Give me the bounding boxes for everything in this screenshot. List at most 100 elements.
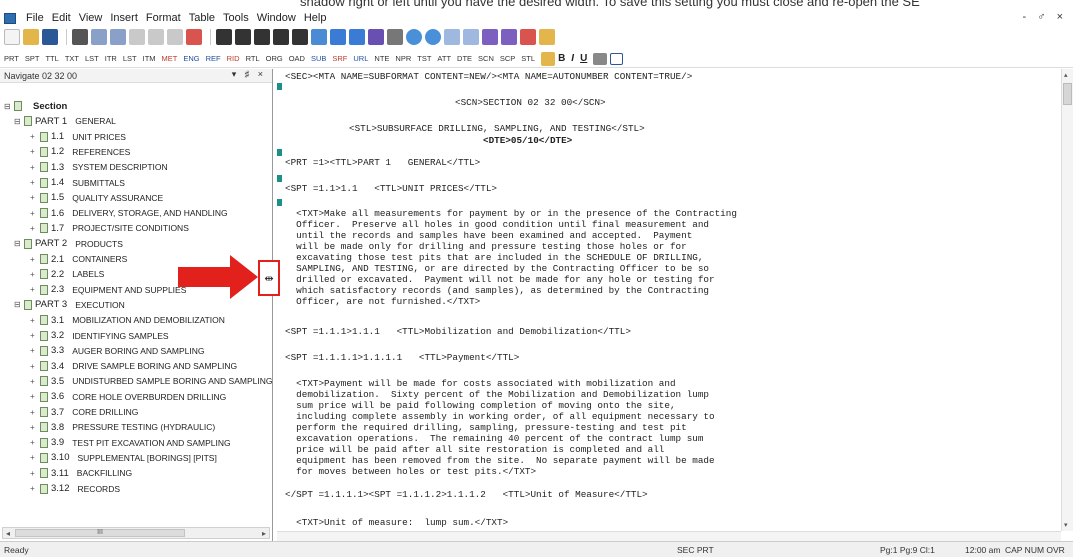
tag-itm[interactable]: ITM — [143, 54, 156, 63]
copy-icon[interactable] — [148, 29, 164, 45]
tree-item[interactable]: +3.11 BACKFILLING — [30, 466, 132, 480]
tag-ttl[interactable]: TTL — [45, 54, 58, 63]
sec-editor[interactable]: <SEC><MTA NAME=SUBFORMAT CONTENT=NEW/><M… — [277, 69, 1061, 531]
font-size-icon[interactable] — [444, 29, 460, 45]
tree-expander-icon[interactable]: + — [30, 270, 38, 279]
tag-scp[interactable]: SCP — [500, 54, 515, 63]
tree-expander-icon[interactable]: + — [30, 392, 38, 401]
underline-button[interactable]: U — [580, 53, 587, 64]
tag-view-icon[interactable] — [311, 29, 327, 45]
tag-srf[interactable]: SRF — [332, 54, 347, 63]
menu-file[interactable]: File — [26, 12, 44, 24]
tree-expander-icon[interactable]: + — [30, 147, 38, 156]
tree-item[interactable]: ⊟ PART 2 PRODUCTS — [14, 237, 123, 251]
scroll-up-arrow-icon[interactable]: ▴ — [1064, 71, 1068, 79]
tag-tst[interactable]: TST — [417, 54, 431, 63]
tag-url[interactable]: URL — [353, 54, 368, 63]
tree-item[interactable]: +1.5 QUALITY ASSURANCE — [30, 191, 163, 205]
tree-item[interactable]: +3.1 MOBILIZATION AND DEMOBILIZATION — [30, 313, 225, 327]
tree-item[interactable]: +3.9 TEST PIT EXCAVATION AND SAMPLING — [30, 436, 231, 450]
tag-nte[interactable]: NTE — [374, 54, 389, 63]
find-next-icon[interactable] — [235, 29, 251, 45]
tag-org[interactable]: ORG — [266, 54, 283, 63]
tree-item[interactable]: +3.8 PRESSURE TESTING (HYDRAULIC) — [30, 420, 215, 434]
tag-txt[interactable]: TXT — [65, 54, 79, 63]
print-icon[interactable] — [72, 29, 88, 45]
menu-help[interactable]: Help — [304, 12, 327, 24]
tag-dte[interactable]: DTE — [457, 54, 472, 63]
tag-spt[interactable]: SPT — [25, 54, 40, 63]
editor-vertical-scrollbar[interactable]: ▴ ▾ — [1061, 69, 1073, 531]
tree-item[interactable]: +3.7 CORE DRILLING — [30, 405, 138, 419]
list-icon[interactable] — [463, 29, 479, 45]
tag-npr[interactable]: NPR — [395, 54, 411, 63]
align-icon[interactable] — [593, 52, 608, 65]
tree-item[interactable]: +1.4 SUBMITTALS — [30, 176, 125, 190]
zoom-out-icon[interactable] — [425, 29, 441, 45]
tree-item[interactable]: +1.3 SYSTEM DESCRIPTION — [30, 160, 168, 174]
tree-item[interactable]: +2.2 LABELS — [30, 267, 104, 281]
highlighter-icon[interactable] — [541, 51, 556, 66]
replace-all-icon[interactable] — [273, 29, 289, 45]
undo-icon[interactable] — [91, 29, 107, 45]
zoom-in-icon[interactable] — [406, 29, 422, 45]
tree-item[interactable]: +2.1 CONTAINERS — [30, 252, 127, 266]
tag-lst-2[interactable]: LST — [123, 54, 137, 63]
menu-window[interactable]: Window — [257, 12, 296, 24]
open-folder-icon[interactable] — [23, 29, 39, 45]
tree-item[interactable]: +3.12 RECORDS — [30, 482, 120, 496]
tag-ref[interactable]: REF — [206, 54, 221, 63]
tag-stl[interactable]: STL — [521, 54, 535, 63]
tree-expander-icon[interactable]: + — [30, 224, 38, 233]
tree-expander-icon[interactable]: + — [30, 423, 38, 432]
tree-item[interactable]: +3.5 UNDISTURBED SAMPLE BORING AND SAMPLI… — [30, 374, 272, 388]
check-icon[interactable] — [482, 29, 498, 45]
tree-expander-icon[interactable]: ⊟ — [14, 300, 22, 309]
tree-expander-icon[interactable]: + — [30, 346, 38, 355]
tree-expander-icon[interactable]: + — [30, 331, 38, 340]
tag-prt[interactable]: PRT — [4, 54, 19, 63]
paragraph-icon[interactable] — [387, 29, 403, 45]
menu-format[interactable]: Format — [146, 12, 181, 24]
tag-rid[interactable]: RID — [227, 54, 240, 63]
editor-horizontal-scrollbar[interactable] — [277, 531, 1061, 541]
tree-item[interactable]: +2.3 EQUIPMENT AND SUPPLIES — [30, 283, 186, 297]
tree-expander-icon[interactable]: + — [30, 453, 38, 462]
menu-tools[interactable]: Tools — [223, 12, 249, 24]
tree-expander-icon[interactable]: + — [30, 469, 38, 478]
tree-item[interactable]: ⊟ PART 3 EXECUTION — [14, 298, 125, 312]
tree-item[interactable]: +3.2 IDENTIFYING SAMPLES — [30, 329, 169, 343]
menu-table[interactable]: Table — [189, 12, 215, 24]
tree-expander-icon[interactable]: + — [30, 438, 38, 447]
find-icon[interactable] — [216, 29, 232, 45]
navigator-horizontal-scrollbar[interactable]: ◂ III ▸ — [2, 527, 270, 539]
tree-item[interactable]: +3.4 DRIVE SAMPLE BORING AND SAMPLING — [30, 359, 237, 373]
scroll-left-arrow-icon[interactable]: ◂ — [6, 529, 10, 538]
tag-scn[interactable]: SCN — [478, 54, 494, 63]
table-icon[interactable] — [610, 52, 624, 65]
tree-expander-icon[interactable]: ⊟ — [4, 102, 12, 111]
tree-expander-icon[interactable]: + — [30, 163, 38, 172]
tree-expander-icon[interactable]: + — [30, 285, 38, 294]
tag-met[interactable]: MET — [162, 54, 178, 63]
tree-expander-icon[interactable]: + — [30, 132, 38, 141]
tree-expander-icon[interactable]: + — [30, 484, 38, 493]
save-icon[interactable] — [42, 29, 58, 45]
tag-rtl[interactable]: RTL — [246, 54, 260, 63]
tree-expander-icon[interactable]: + — [30, 377, 38, 386]
menu-insert[interactable]: Insert — [110, 12, 138, 24]
tree-expander-icon[interactable]: + — [30, 209, 38, 218]
tag-oad[interactable]: OAD — [289, 54, 305, 63]
navigator-pane-controls[interactable]: ▾ ♯ × — [232, 69, 266, 80]
tree-expander-icon[interactable]: + — [30, 193, 38, 202]
tree-root-section[interactable]: ⊟ Section — [4, 99, 67, 113]
tree-item[interactable]: +1.1 UNIT PRICES — [30, 130, 126, 144]
tree-item[interactable]: +1.6 DELIVERY, STORAGE, AND HANDLING — [30, 206, 228, 220]
paste-icon[interactable] — [167, 29, 183, 45]
abc-check-icon[interactable] — [349, 29, 365, 45]
pin-icon[interactable] — [520, 29, 536, 45]
tree-expander-icon[interactable]: ⊟ — [14, 117, 22, 126]
vertical-scrollbar-thumb[interactable] — [1063, 83, 1072, 105]
tag-lst[interactable]: LST — [85, 54, 99, 63]
tree-expander-icon[interactable]: + — [30, 362, 38, 371]
